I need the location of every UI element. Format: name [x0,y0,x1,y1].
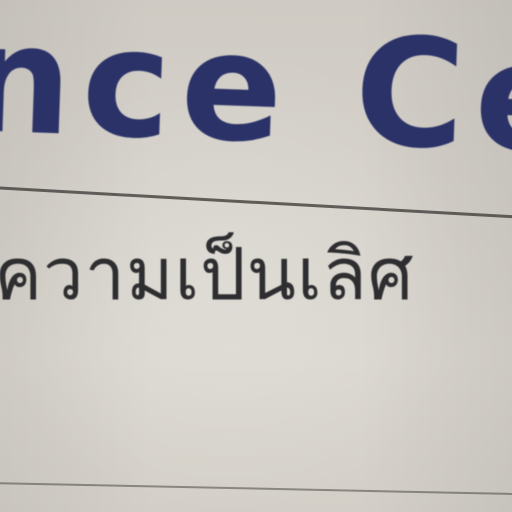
divider-line [0,186,512,220]
sign-photo: nce Ce ความเป็นเลิศ [0,0,512,512]
sign-headline-text: nce Ce [0,0,512,188]
thai-subtitle-text: ความเป็นเลิศ [0,232,415,316]
bottom-divider-line [0,482,512,496]
